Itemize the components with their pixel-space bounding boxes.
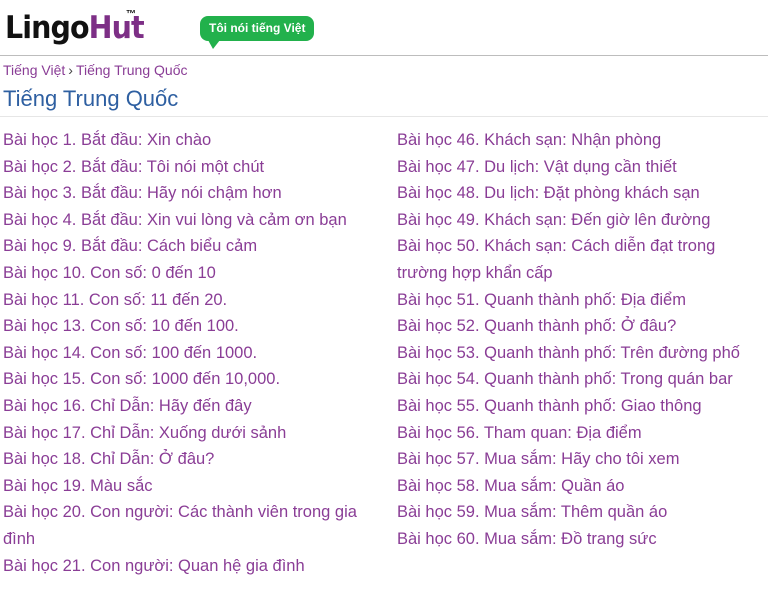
lesson-link[interactable]: Bài học 16. Chỉ Dẫn: Hãy đến đây (3, 397, 252, 415)
lesson-list-item: Bài học 10. Con số: 0 đến 10 (3, 260, 368, 287)
lesson-link[interactable]: Bài học 9. Bắt đầu: Cách biểu cảm (3, 237, 257, 255)
lesson-link[interactable]: Bài học 2. Bắt đầu: Tôi nói một chút (3, 158, 264, 176)
lesson-list-item: Bài học 4. Bắt đầu: Xin vui lòng và cảm … (3, 207, 368, 234)
lesson-link[interactable]: Bài học 59. Mua sắm: Thêm quần áo (397, 503, 667, 521)
logo-part-lingo: Lingo (5, 10, 90, 46)
lesson-link[interactable]: Bài học 18. Chỉ Dẫn: Ở đâu? (3, 450, 214, 468)
logo-trademark: ™ (126, 9, 136, 20)
lesson-link[interactable]: Bài học 47. Du lịch: Vật dụng cần thiết (397, 158, 677, 176)
lesson-link[interactable]: Bài học 56. Tham quan: Địa điểm (397, 424, 642, 442)
breadcrumb-separator: › (68, 62, 73, 78)
speech-bubble-tail (208, 40, 220, 49)
site-header: LingoHut ™ Tôi nói tiếng Việt (0, 0, 768, 56)
lesson-list-item: Bài học 49. Khách sạn: Đến giờ lên đường (397, 207, 749, 234)
lesson-link[interactable]: Bài học 1. Bắt đầu: Xin chào (3, 131, 211, 149)
lesson-link[interactable]: Bài học 15. Con số: 1000 đến 10,000. (3, 370, 280, 388)
lesson-list-left: Bài học 1. Bắt đầu: Xin chào Bài học 2. B… (3, 127, 368, 579)
lesson-list-item: Bài học 3. Bắt đầu: Hãy nói chậm hơn (3, 180, 368, 207)
lesson-list-item: Bài học 17. Chỉ Dẫn: Xuống dưới sảnh (3, 420, 368, 447)
lingohut-logo[interactable]: LingoHut ™ (5, 8, 156, 48)
logo-wordmark: LingoHut (5, 8, 145, 48)
lesson-list-item: Bài học 16. Chỉ Dẫn: Hãy đến đây (3, 393, 368, 420)
lesson-list-item: Bài học 20. Con người: Các thành viên tr… (3, 499, 368, 552)
lesson-link[interactable]: Bài học 10. Con số: 0 đến 10 (3, 264, 216, 282)
lesson-link[interactable]: Bài học 54. Quanh thành phố: Trong quán … (397, 370, 733, 388)
page-title: Tiếng Trung Quốc (3, 86, 179, 111)
lesson-link[interactable]: Bài học 17. Chỉ Dẫn: Xuống dưới sảnh (3, 424, 286, 442)
lesson-link[interactable]: Bài học 13. Con số: 10 đến 100. (3, 317, 239, 335)
lesson-link[interactable]: Bài học 52. Quanh thành phố: Ở đâu? (397, 317, 676, 335)
title-divider (0, 116, 768, 117)
lesson-link[interactable]: Bài học 55. Quanh thành phố: Giao thông (397, 397, 702, 415)
lesson-list-item: Bài học 60. Mua sắm: Đồ trang sức (397, 526, 749, 553)
lesson-list-item: Bài học 56. Tham quan: Địa điểm (397, 420, 749, 447)
lesson-list-item: Bài học 15. Con số: 1000 đến 10,000. (3, 366, 368, 393)
lesson-list-item: Bài học 53. Quanh thành phố: Trên đường … (397, 340, 749, 367)
lesson-list-item: Bài học 1. Bắt đầu: Xin chào (3, 127, 368, 154)
lesson-list-item: Bài học 50. Khách sạn: Cách diễn đạt tro… (397, 233, 749, 286)
breadcrumb-home-link[interactable]: Tiếng Việt (3, 62, 65, 78)
lesson-link[interactable]: Bài học 48. Du lịch: Đặt phòng khách sạn (397, 184, 700, 202)
lesson-list-item: Bài học 52. Quanh thành phố: Ở đâu? (397, 313, 749, 340)
lesson-link[interactable]: Bài học 14. Con số: 100 đến 1000. (3, 344, 257, 362)
breadcrumb-current-link[interactable]: Tiếng Trung Quốc (76, 62, 188, 78)
lesson-list-item: Bài học 48. Du lịch: Đặt phòng khách sạn (397, 180, 749, 207)
lesson-list-item: Bài học 54. Quanh thành phố: Trong quán … (397, 366, 749, 393)
lesson-list-item: Bài học 11. Con số: 11 đến 20. (3, 287, 368, 314)
lesson-link[interactable]: Bài học 20. Con người: Các thành viên tr… (3, 503, 357, 548)
lesson-list-item: Bài học 9. Bắt đầu: Cách biểu cảm (3, 233, 368, 260)
lesson-list-item: Bài học 59. Mua sắm: Thêm quần áo (397, 499, 749, 526)
lesson-link[interactable]: Bài học 57. Mua sắm: Hãy cho tôi xem (397, 450, 679, 468)
lesson-link[interactable]: Bài học 4. Bắt đầu: Xin vui lòng và cảm … (3, 211, 347, 229)
lesson-link[interactable]: Bài học 19. Màu sắc (3, 477, 153, 495)
lesson-link[interactable]: Bài học 58. Mua sắm: Quần áo (397, 477, 624, 495)
speech-bubble-text: Tôi nói tiếng Việt (209, 21, 306, 35)
lesson-list-item: Bài học 2. Bắt đầu: Tôi nói một chút (3, 154, 368, 181)
lesson-list-item: Bài học 18. Chỉ Dẫn: Ở đâu? (3, 446, 368, 473)
lesson-list-item: Bài học 14. Con số: 100 đến 1000. (3, 340, 368, 367)
lesson-list-item: Bài học 47. Du lịch: Vật dụng cần thiết (397, 154, 749, 181)
language-speech-bubble: Tôi nói tiếng Việt (200, 16, 315, 49)
lesson-link[interactable]: Bài học 3. Bắt đầu: Hãy nói chậm hơn (3, 184, 282, 202)
lesson-link[interactable]: Bài học 11. Con số: 11 đến 20. (3, 291, 227, 309)
lesson-list-item: Bài học 13. Con số: 10 đến 100. (3, 313, 368, 340)
lesson-list-item: Bài học 19. Màu sắc (3, 473, 368, 500)
lesson-list-item: Bài học 46. Khách sạn: Nhận phòng (397, 127, 749, 154)
lesson-link[interactable]: Bài học 46. Khách sạn: Nhận phòng (397, 131, 661, 149)
lesson-link[interactable]: Bài học 49. Khách sạn: Đến giờ lên đường (397, 211, 710, 229)
lesson-link[interactable]: Bài học 50. Khách sạn: Cách diễn đạt tro… (397, 237, 715, 282)
lesson-link[interactable]: Bài học 53. Quanh thành phố: Trên đường … (397, 344, 740, 362)
lesson-list-item: Bài học 21. Con người: Quan hệ gia đình (3, 553, 368, 580)
lesson-link[interactable]: Bài học 51. Quanh thành phố: Địa điểm (397, 291, 686, 309)
lesson-list-item: Bài học 58. Mua sắm: Quần áo (397, 473, 749, 500)
lesson-link[interactable]: Bài học 21. Con người: Quan hệ gia đình (3, 557, 305, 575)
lesson-list-item: Bài học 57. Mua sắm: Hãy cho tôi xem (397, 446, 749, 473)
lesson-list-item: Bài học 51. Quanh thành phố: Địa điểm (397, 287, 749, 314)
breadcrumb: Tiếng Việt › Tiếng Trung Quốc (3, 62, 187, 78)
lesson-link[interactable]: Bài học 60. Mua sắm: Đồ trang sức (397, 530, 657, 548)
lesson-list-item: Bài học 55. Quanh thành phố: Giao thông (397, 393, 749, 420)
lesson-list-right: Bài học 46. Khách sạn: Nhận phòng Bài học… (397, 127, 749, 553)
